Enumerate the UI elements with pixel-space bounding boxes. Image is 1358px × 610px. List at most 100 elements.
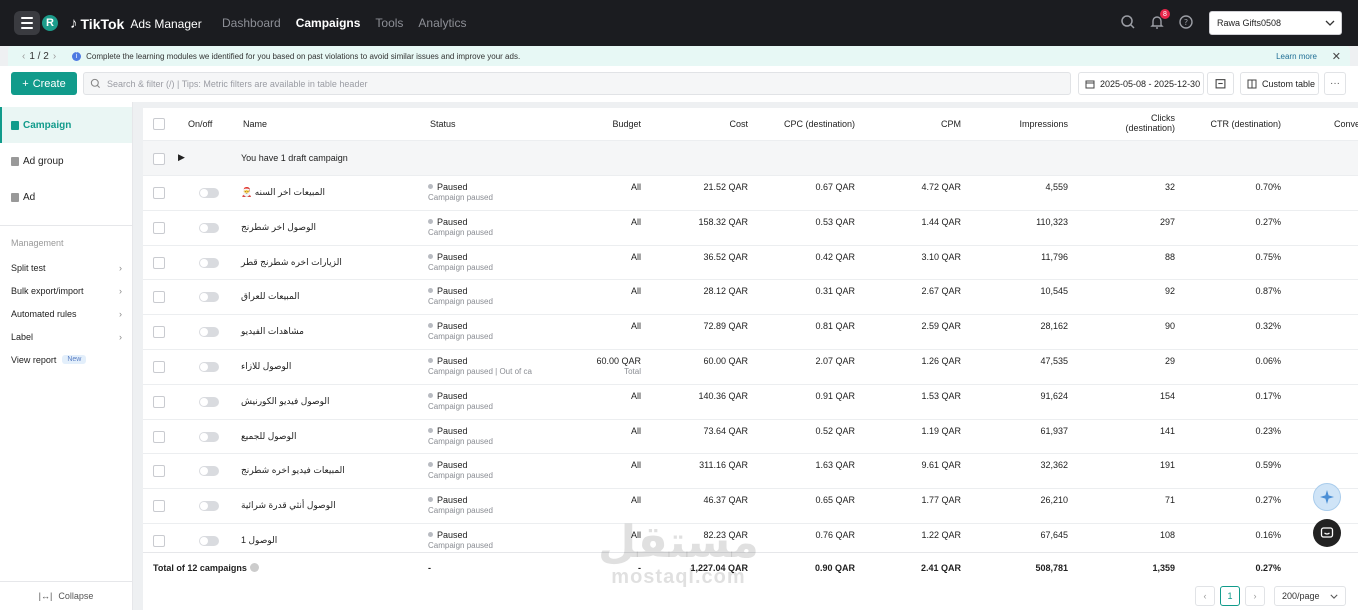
table-row[interactable]: الوصول للازاء Paused Campaign paused | Out… [143,350,1358,385]
select-all-checkbox[interactable] [153,118,165,130]
campaign-name[interactable]: المبيعات فيديو اخره شطرنج [241,465,345,476]
row-checkbox[interactable] [153,430,165,443]
table-row[interactable]: الزيارات اخره شطرنج قطر Paused Campaign pa… [143,246,1358,281]
row-checkbox[interactable] [153,361,165,373]
sidebar-item-ad[interactable]: Ad [0,179,132,215]
campaign-toggle[interactable] [199,501,219,512]
campaign-name[interactable]: الوصول أنثي قدرة شرائية [241,500,336,511]
row-checkbox[interactable] [153,465,165,478]
next-page-button[interactable]: › [1245,586,1265,606]
col-cost[interactable]: Cost [643,119,748,129]
table-row[interactable]: الوصول للجميع Paused Campaign paused All 73.… [143,420,1358,455]
campaign-name[interactable]: الزيارات اخره شطرنج قطر [241,257,342,268]
campaign-name[interactable]: المبيعات للعراق [241,291,299,302]
table-row[interactable]: الوصول فيديو الكورنيش Paused Campaign paus… [143,385,1358,420]
col-cpc[interactable]: CPC (destination) [753,119,855,129]
collapse-label: Collapse [58,591,94,601]
compare-calendar-button[interactable] [1207,72,1234,95]
create-button[interactable]: + Create [11,72,77,95]
campaign-name[interactable]: الوصول فيديو الكورنيش [241,396,330,407]
close-icon[interactable]: ✕ [1332,50,1341,63]
date-range-picker[interactable]: 2025-05-08 - 2025-12-30 [1078,72,1204,95]
status-subtext: Campaign paused [428,227,493,237]
campaign-toggle[interactable] [199,431,219,442]
account-avatar[interactable]: R [40,13,60,33]
campaign-name[interactable]: الوصول 1 [241,535,277,546]
col-clicks[interactable]: Clicks (destination) [1073,113,1175,133]
more-options-button[interactable]: ··· [1324,72,1346,95]
campaign-name[interactable]: مشاهدات الفيديو [241,326,304,337]
campaign-toggle[interactable] [199,188,219,198]
chevron-right-icon[interactable]: › [53,51,56,62]
table-row[interactable]: المبيعات للعراق Paused Campaign paused All 2… [143,280,1358,316]
row-checkbox[interactable] [153,221,165,234]
account-selector[interactable]: Rawa Gifts0508 [1209,11,1342,35]
sidebar-item-campaign[interactable]: Campaign [0,107,132,143]
campaign-name[interactable]: الوصول للازاء [241,361,291,372]
col-status[interactable]: Status [430,119,456,129]
sidebar-item-automated-rules[interactable]: Automated rules › [0,302,132,325]
nav-tools[interactable]: Tools [375,16,403,30]
help-icon[interactable]: ? [1178,14,1194,30]
nav-dashboard[interactable]: Dashboard [222,16,281,30]
row-checkbox[interactable] [153,535,165,547]
col-budget[interactable]: Budget [543,119,641,129]
campaign-toggle[interactable] [199,466,219,477]
menu-icon[interactable] [14,11,40,35]
tiktok-ads-logo[interactable]: ♪ TikTok Ads Manager [70,15,202,32]
plus-icon: + [22,77,29,90]
info-icon[interactable] [249,563,259,572]
row-checkbox[interactable] [153,500,165,513]
nav-analytics[interactable]: Analytics [418,16,466,30]
expand-caret-icon[interactable]: ▶ [178,152,185,163]
search-filter-input[interactable]: Search & filter (/) | Tips: Metric filte… [83,72,1071,95]
sidebar-item-ad-group[interactable]: Ad group [0,143,132,179]
custom-table-button[interactable]: Custom table [1240,72,1319,95]
campaign-toggle[interactable] [199,362,219,372]
col-onoff[interactable]: On/off [188,119,212,129]
row-checkbox[interactable] [153,187,165,199]
search-placeholder: Search & filter (/) | Tips: Metric filte… [107,78,368,89]
prev-page-button[interactable]: ‹ [1195,586,1215,606]
table-row[interactable]: مشاهدات الفيديو Paused Campaign paused All 7… [143,315,1358,350]
campaign-toggle[interactable] [199,292,219,303]
draft-row[interactable]: ▶ You have 1 draft campaign [143,141,1358,176]
sidebar-item-bulk-export[interactable]: Bulk export/import › [0,279,132,302]
campaign-toggle[interactable] [199,536,219,546]
nav-campaigns[interactable]: Campaigns [296,16,361,30]
ai-assistant-button[interactable] [1313,483,1341,511]
search-icon[interactable] [1120,14,1136,30]
chevron-left-icon[interactable]: ‹ [22,51,25,62]
sidebar-item-split-test[interactable]: Split test › [0,256,132,279]
col-conversions[interactable]: Conve [1334,119,1358,129]
current-page[interactable]: 1 [1220,586,1240,606]
row-checkbox[interactable] [153,395,165,408]
sidebar-item-label-menu[interactable]: Label › [0,325,132,348]
notification-bell-icon[interactable]: 8 [1149,9,1170,30]
page-size-select[interactable]: 200/page [1274,586,1346,606]
chat-support-button[interactable] [1313,519,1341,547]
table-row[interactable]: الوصول اخر شطرنج Paused Campaign paused All… [143,211,1358,246]
collapse-sidebar-button[interactable]: |↔| Collapse [0,581,132,610]
row-checkbox[interactable] [153,326,165,339]
table-row[interactable]: المبيعات اخر السنه 🎅 Paused Campaign pause… [143,176,1358,211]
total-cpc: 0.90 QAR [814,563,855,573]
campaign-toggle[interactable] [199,257,219,268]
budget-value: All [630,286,641,297]
campaign-toggle[interactable] [199,222,219,233]
table-row[interactable]: المبيعات فيديو اخره شطرنج Paused Campaign … [143,454,1358,490]
campaign-name[interactable]: الوصول اخر شطرنج [241,222,316,233]
campaign-name[interactable]: الوصول للجميع [241,431,296,442]
col-ctr[interactable]: CTR (destination) [1183,119,1281,129]
learn-more-link[interactable]: Learn more [1276,52,1317,61]
row-checkbox[interactable] [153,291,165,304]
campaign-toggle[interactable] [199,396,219,407]
draft-checkbox[interactable] [153,153,165,165]
campaign-name[interactable]: المبيعات اخر السنه 🎅 [241,187,325,198]
col-impressions[interactable]: Impressions [968,119,1068,129]
campaign-toggle[interactable] [199,327,219,338]
col-name[interactable]: Name [243,119,267,129]
sidebar-item-view-report[interactable]: View report New [0,348,132,371]
col-cpm[interactable]: CPM [863,119,961,129]
row-checkbox[interactable] [153,256,165,269]
